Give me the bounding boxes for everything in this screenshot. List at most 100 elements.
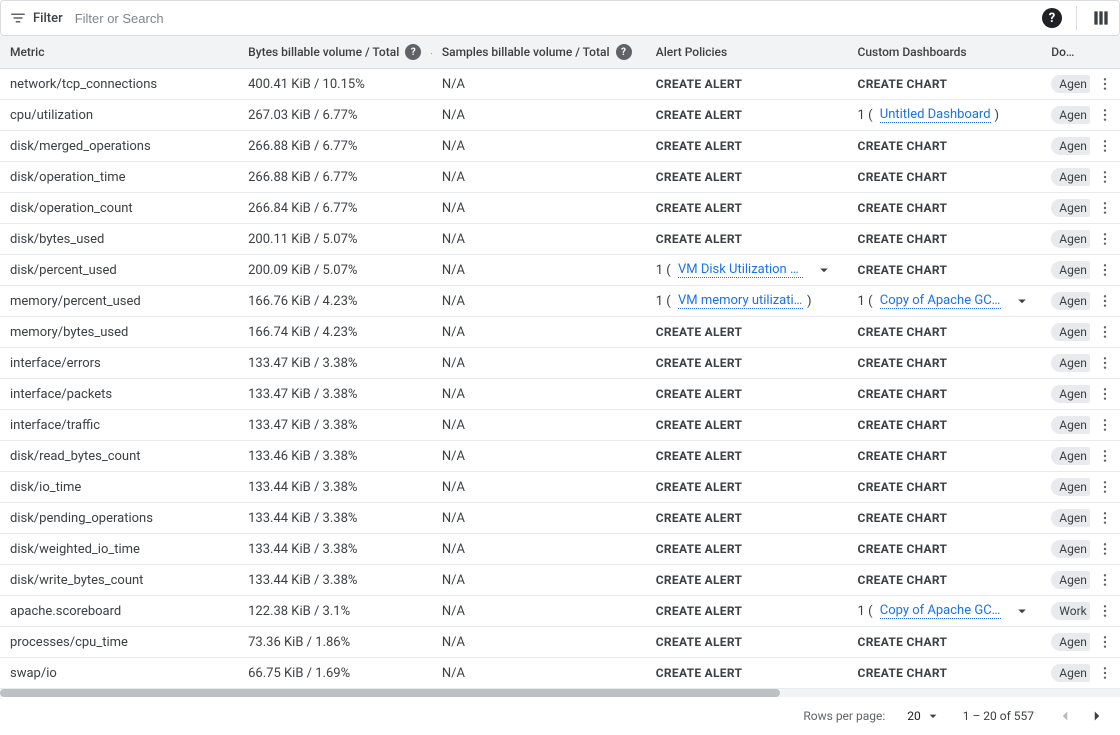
chart-create-button[interactable]: CREATE CHART <box>858 170 948 184</box>
alert-create-button[interactable]: CREATE ALERT <box>656 356 742 370</box>
table-row: interface/errors 133.47 KiB / 3.38% N/A … <box>0 348 1120 379</box>
kebab-icon[interactable] <box>1090 76 1120 92</box>
rows-per-page-select[interactable]: 20 <box>907 708 941 724</box>
chart-create-button[interactable]: CREATE CHART <box>858 511 948 525</box>
domain-chip: Agen <box>1051 261 1089 279</box>
chart-link[interactable]: Copy of Apache GCE Over… <box>880 293 1002 309</box>
cell-samples: N/A <box>432 286 646 317</box>
alert-link[interactable]: VM Disk Utilization about … <box>678 262 803 278</box>
prev-page-button[interactable] <box>1056 707 1074 725</box>
help-icon[interactable]: ? <box>405 44 421 60</box>
kebab-icon[interactable] <box>1090 572 1120 588</box>
alert-create-button[interactable]: CREATE ALERT <box>656 511 742 525</box>
domain-chip: Agen <box>1051 292 1089 310</box>
cell-dash: CREATE CHART <box>848 69 1042 100</box>
alert-create-button[interactable]: CREATE ALERT <box>656 666 742 680</box>
chart-link[interactable]: Untitled Dashboard <box>880 107 991 123</box>
alert-create-button[interactable]: CREATE ALERT <box>656 232 742 246</box>
alert-create-button[interactable]: CREATE ALERT <box>656 108 742 122</box>
chevron-down-icon[interactable] <box>1013 602 1031 620</box>
chart-create-button[interactable]: CREATE CHART <box>858 666 948 680</box>
chart-create-button[interactable]: CREATE CHART <box>858 263 948 277</box>
table-row: cpu/utilization 267.03 KiB / 6.77% N/A C… <box>0 100 1120 131</box>
cell-dash: CREATE CHART <box>848 131 1042 162</box>
kebab-icon[interactable] <box>1090 448 1120 464</box>
kebab-icon[interactable] <box>1090 231 1120 247</box>
chart-create-button[interactable]: CREATE CHART <box>858 418 948 432</box>
cell-dash: CREATE CHART <box>848 379 1042 410</box>
cell-metric: processes/cpu_time <box>0 627 238 658</box>
cell-samples: N/A <box>432 317 646 348</box>
help-icon[interactable]: ? <box>1042 8 1062 28</box>
kebab-icon[interactable] <box>1090 138 1120 154</box>
col-header-alert[interactable]: Alert Policies <box>646 36 848 69</box>
chart-link[interactable]: Copy of Apache GCE Over… <box>880 603 1002 619</box>
alert-create-button[interactable]: CREATE ALERT <box>656 480 742 494</box>
alert-create-button[interactable]: CREATE ALERT <box>656 387 742 401</box>
chart-create-button[interactable]: CREATE CHART <box>858 201 948 215</box>
col-header-dash[interactable]: Custom Dashboards <box>848 36 1042 69</box>
kebab-icon[interactable] <box>1090 293 1120 309</box>
chart-create-button[interactable]: CREATE CHART <box>858 480 948 494</box>
domain-chip: Agen <box>1051 416 1089 434</box>
kebab-icon[interactable] <box>1090 262 1120 278</box>
scrollbar-thumb[interactable] <box>0 689 780 697</box>
chart-create-button[interactable]: CREATE CHART <box>858 325 948 339</box>
chart-create-button[interactable]: CREATE CHART <box>858 542 948 556</box>
kebab-icon[interactable] <box>1090 541 1120 557</box>
alert-create-button[interactable]: CREATE ALERT <box>656 573 742 587</box>
kebab-icon[interactable] <box>1090 510 1120 526</box>
kebab-icon[interactable] <box>1090 169 1120 185</box>
chart-create-button[interactable]: CREATE CHART <box>858 573 948 587</box>
chart-create-button[interactable]: CREATE CHART <box>858 356 948 370</box>
next-page-button[interactable] <box>1088 707 1106 725</box>
kebab-icon[interactable] <box>1090 479 1120 495</box>
chart-create-button[interactable]: CREATE CHART <box>858 139 948 153</box>
cell-metric: swap/io <box>0 658 238 689</box>
kebab-icon[interactable] <box>1090 417 1120 433</box>
help-icon[interactable]: ? <box>616 44 632 60</box>
kebab-icon[interactable] <box>1090 324 1120 340</box>
chart-create-button[interactable]: CREATE CHART <box>858 635 948 649</box>
chart-create-button[interactable]: CREATE CHART <box>858 387 948 401</box>
alert-create-button[interactable]: CREATE ALERT <box>656 201 742 215</box>
chart-create-button[interactable]: CREATE CHART <box>858 77 948 91</box>
col-header-metric[interactable]: Metric <box>0 36 238 69</box>
cell-dash: CREATE CHART <box>848 658 1042 689</box>
col-header-domain[interactable]: Domain <box>1041 36 1089 69</box>
kebab-icon[interactable] <box>1090 634 1120 650</box>
alert-create-button[interactable]: CREATE ALERT <box>656 77 742 91</box>
kebab-icon[interactable] <box>1090 603 1120 619</box>
kebab-icon[interactable] <box>1090 665 1120 681</box>
kebab-icon[interactable] <box>1090 355 1120 371</box>
col-header-samples[interactable]: Samples billable volume / Total ? <box>432 36 646 69</box>
cell-domain: Agen <box>1041 131 1089 162</box>
chevron-down-icon[interactable] <box>1013 292 1031 310</box>
alert-create-button[interactable]: CREATE ALERT <box>656 604 742 618</box>
cell-domain: Agen <box>1041 348 1089 379</box>
chart-create-button[interactable]: CREATE CHART <box>858 232 948 246</box>
cell-samples: N/A <box>432 596 646 627</box>
cell-dash: CREATE CHART <box>848 255 1042 286</box>
alert-create-button[interactable]: CREATE ALERT <box>656 139 742 153</box>
table-row: disk/operation_time 266.88 KiB / 6.77% N… <box>0 162 1120 193</box>
alert-create-button[interactable]: CREATE ALERT <box>656 325 742 339</box>
domain-chip: Agen <box>1051 230 1089 248</box>
alert-link[interactable]: VM memory utilization too high <box>678 293 803 309</box>
chevron-down-icon[interactable] <box>815 261 833 279</box>
alert-create-button[interactable]: CREATE ALERT <box>656 449 742 463</box>
filter-input[interactable] <box>69 7 369 30</box>
col-header-bytes[interactable]: Bytes billable volume / Total ? <box>238 36 432 69</box>
alert-create-button[interactable]: CREATE ALERT <box>656 635 742 649</box>
kebab-icon[interactable] <box>1090 200 1120 216</box>
kebab-icon[interactable] <box>1090 386 1120 402</box>
alert-create-button[interactable]: CREATE ALERT <box>656 418 742 432</box>
cell-dash: CREATE CHART <box>848 410 1042 441</box>
alert-create-button[interactable]: CREATE ALERT <box>656 542 742 556</box>
columns-icon[interactable] <box>1091 8 1111 28</box>
alert-create-button[interactable]: CREATE ALERT <box>656 170 742 184</box>
chart-create-button[interactable]: CREATE CHART <box>858 449 948 463</box>
kebab-icon[interactable] <box>1090 107 1120 123</box>
horizontal-scrollbar[interactable] <box>0 689 1120 697</box>
cell-samples: N/A <box>432 441 646 472</box>
